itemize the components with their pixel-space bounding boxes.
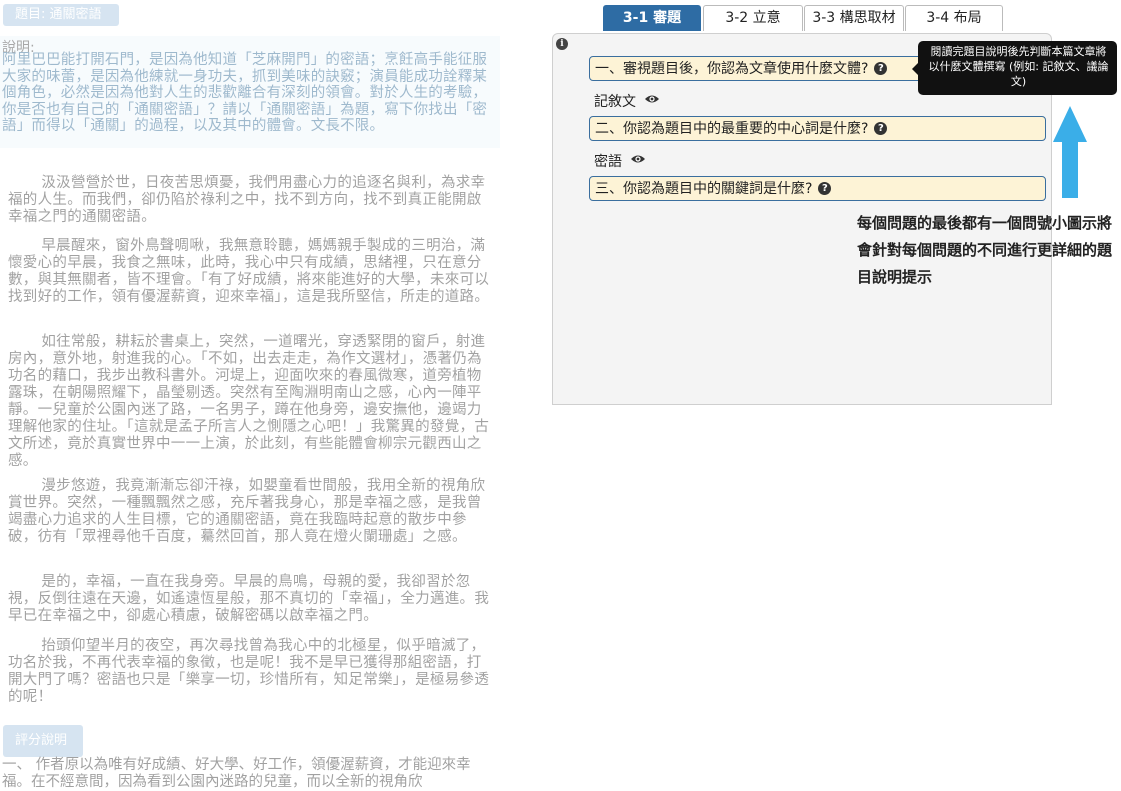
essay-paragraph: 漫步悠遊，我竟漸漸忘卻汗祿，如嬰童看世間般，我用全新的視角欣賞世界。突然，一種飄… (8, 478, 486, 545)
help-icon[interactable]: ? (874, 121, 888, 135)
up-arrow-icon (1053, 106, 1087, 198)
score-text: 一、 作者原以為唯有好成績、好大學、好工作，領優渥薪資，才能迎來幸福。在不經意間… (2, 757, 471, 790)
question-2-text: 二、你認為題目中的最重要的中心詞是什麼? (595, 121, 869, 137)
help-icon[interactable]: ? (874, 61, 888, 75)
question-3-text: 三、你認為題目中的關鍵詞是什麼? (595, 181, 813, 197)
tab-3-4[interactable]: 3-4 布局 (905, 5, 1003, 31)
tab-3-1[interactable]: 3-1 審題 (603, 5, 701, 31)
info-icon[interactable]: i (556, 38, 568, 50)
eye-icon[interactable] (630, 153, 646, 169)
tab-3-2[interactable]: 3-2 立意 (703, 5, 803, 31)
description-text: 阿里巴巴能打開石門，是因為他知道「芝麻開門」的密語；烹飪高手能征服大家的味蕾，是… (2, 52, 488, 134)
essay-paragraph: 抬頭仰望半月的夜空，再次尋找曾為我心中的北極星，似乎暗滅了，功名於我，不再代表幸… (8, 638, 490, 705)
answer-2: 密語 (594, 151, 646, 171)
essay-panel: 題目: 通關密語 說明: 阿里巴巴能打開石門，是因為他知道「芝麻開門」的密語；烹… (0, 0, 500, 790)
essay-paragraph: 如往常般，耕耘於書桌上，突然，一道曙光，穿透緊閉的窗戶，射進房內，意外地，射進我… (8, 334, 490, 469)
question-2[interactable]: 二、你認為題目中的最重要的中心詞是什麼?? (589, 116, 1046, 141)
answer-1: 記敘文 (594, 91, 660, 111)
answer-1-text: 記敘文 (594, 94, 636, 110)
help-icon[interactable]: ? (818, 181, 832, 195)
essay-paragraph: 早晨醒來，窗外鳥聲啁啾，我無意聆聽，媽媽親手製成的三明治，滿懷愛心的早晨，我食之… (8, 238, 490, 305)
answer-2-text: 密語 (594, 154, 622, 170)
question-3[interactable]: 三、你認為題目中的關鍵詞是什麼?? (589, 176, 1046, 201)
essay-paragraph: 汲汲營營於世，日夜苦思煩憂，我們用盡心力的追逐名與利，為求幸福的人生。而我們，卻… (8, 175, 486, 225)
annotation-note: 每個問題的最後都有一個問號小圖示將會針對每個問題的不同進行更詳細的題目說明提示 (857, 214, 1113, 286)
eye-icon[interactable] (644, 93, 660, 109)
question-1-text: 一、審視題目後，你認為文章使用什麼文體? (595, 61, 869, 77)
essay-paragraph: 是的，幸福，一直在我身旁。早晨的鳥鳴，母親的愛，我卻習於忽視，反倒往遠在天邊，如… (8, 574, 490, 624)
topic-chip: 題目: 通關密語 (3, 4, 119, 26)
score-chip: 評分說明 (3, 725, 83, 757)
tab-3-3[interactable]: 3-3 構思取材 (804, 5, 904, 31)
help-tooltip: 閱讀完題目說明後先判斷本篇文章將以什麼文體撰寫 (例如: 記敘文、議論文) (918, 41, 1117, 95)
